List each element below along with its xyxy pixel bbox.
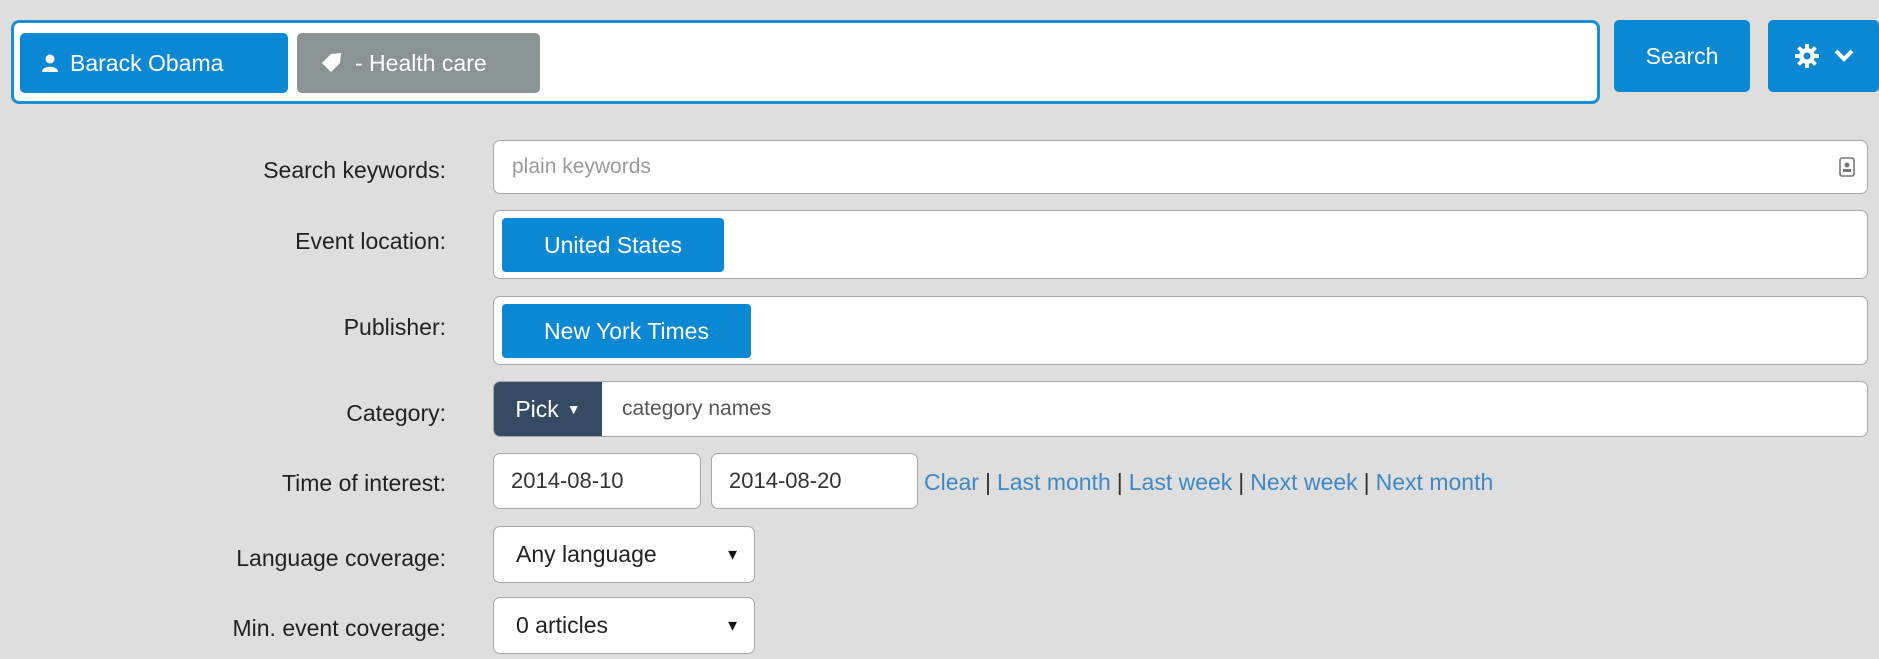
clear-link[interactable]: Clear [924,469,979,495]
gear-icon [1794,43,1820,69]
separator: | [1116,469,1123,495]
person-chip[interactable]: Barack Obama [20,33,288,93]
separator: | [1363,469,1370,495]
select-caret-icon: ▼ [725,546,740,563]
time-label: Time of interest: [281,470,446,496]
next-week-link[interactable]: Next week [1250,469,1357,495]
settings-button[interactable] [1768,20,1879,92]
topic-chip-label: - Health care [355,49,487,76]
language-select[interactable]: Any language ▼ [493,526,755,583]
language-label: Language coverage: [236,545,446,571]
keywords-input[interactable]: plain keywords [493,140,1868,194]
separator: | [984,469,991,495]
keywords-label: Search keywords: [263,157,446,183]
category-input[interactable]: Pick ▼ category names [493,381,1868,437]
topic-chip[interactable]: - Health care [297,33,540,93]
coverage-value: 0 articles [516,612,609,638]
select-caret-icon: ▼ [725,617,740,634]
coverage-label: Min. event coverage: [232,615,446,641]
publisher-tag-label: New York Times [544,317,709,344]
keywords-placeholder: plain keywords [512,155,651,178]
next-month-link[interactable]: Next month [1376,469,1494,495]
search-button-label: Search [1645,42,1719,69]
category-label: Category: [346,400,446,426]
search-bar[interactable]: Barack Obama - Health care [11,20,1600,104]
chevron-down-icon [1834,49,1854,63]
contact-card-icon [1839,157,1855,182]
publisher-label: Publisher: [343,314,446,340]
start-date-input[interactable]: 2014-08-10 [493,453,701,509]
category-pick-button[interactable]: Pick ▼ [494,382,602,436]
start-date-value: 2014-08-10 [511,468,624,493]
person-icon [42,54,58,72]
language-value: Any language [516,541,657,567]
pick-label: Pick [515,395,559,422]
last-month-link[interactable]: Last month [997,469,1111,495]
publisher-tag[interactable]: New York Times [502,304,751,358]
caret-down-icon: ▼ [566,401,581,417]
search-button[interactable]: Search [1614,20,1750,92]
person-chip-label: Barack Obama [70,49,224,76]
location-tag[interactable]: United States [502,218,724,272]
end-date-value: 2014-08-20 [729,468,842,493]
coverage-select[interactable]: 0 articles ▼ [493,597,755,654]
date-shortcuts: Clear | Last month | Last week | Next week | Nex… [924,469,1493,496]
end-date-input[interactable]: 2014-08-20 [711,453,918,509]
location-tag-label: United States [543,231,683,258]
tag-icon [319,51,343,75]
location-field[interactable]: United States [493,210,1868,279]
separator: | [1238,469,1245,495]
location-label: Event location: [295,228,446,254]
last-week-link[interactable]: Last week [1129,469,1233,495]
category-placeholder: category names [622,397,772,420]
publisher-field[interactable]: New York Times [493,296,1868,365]
